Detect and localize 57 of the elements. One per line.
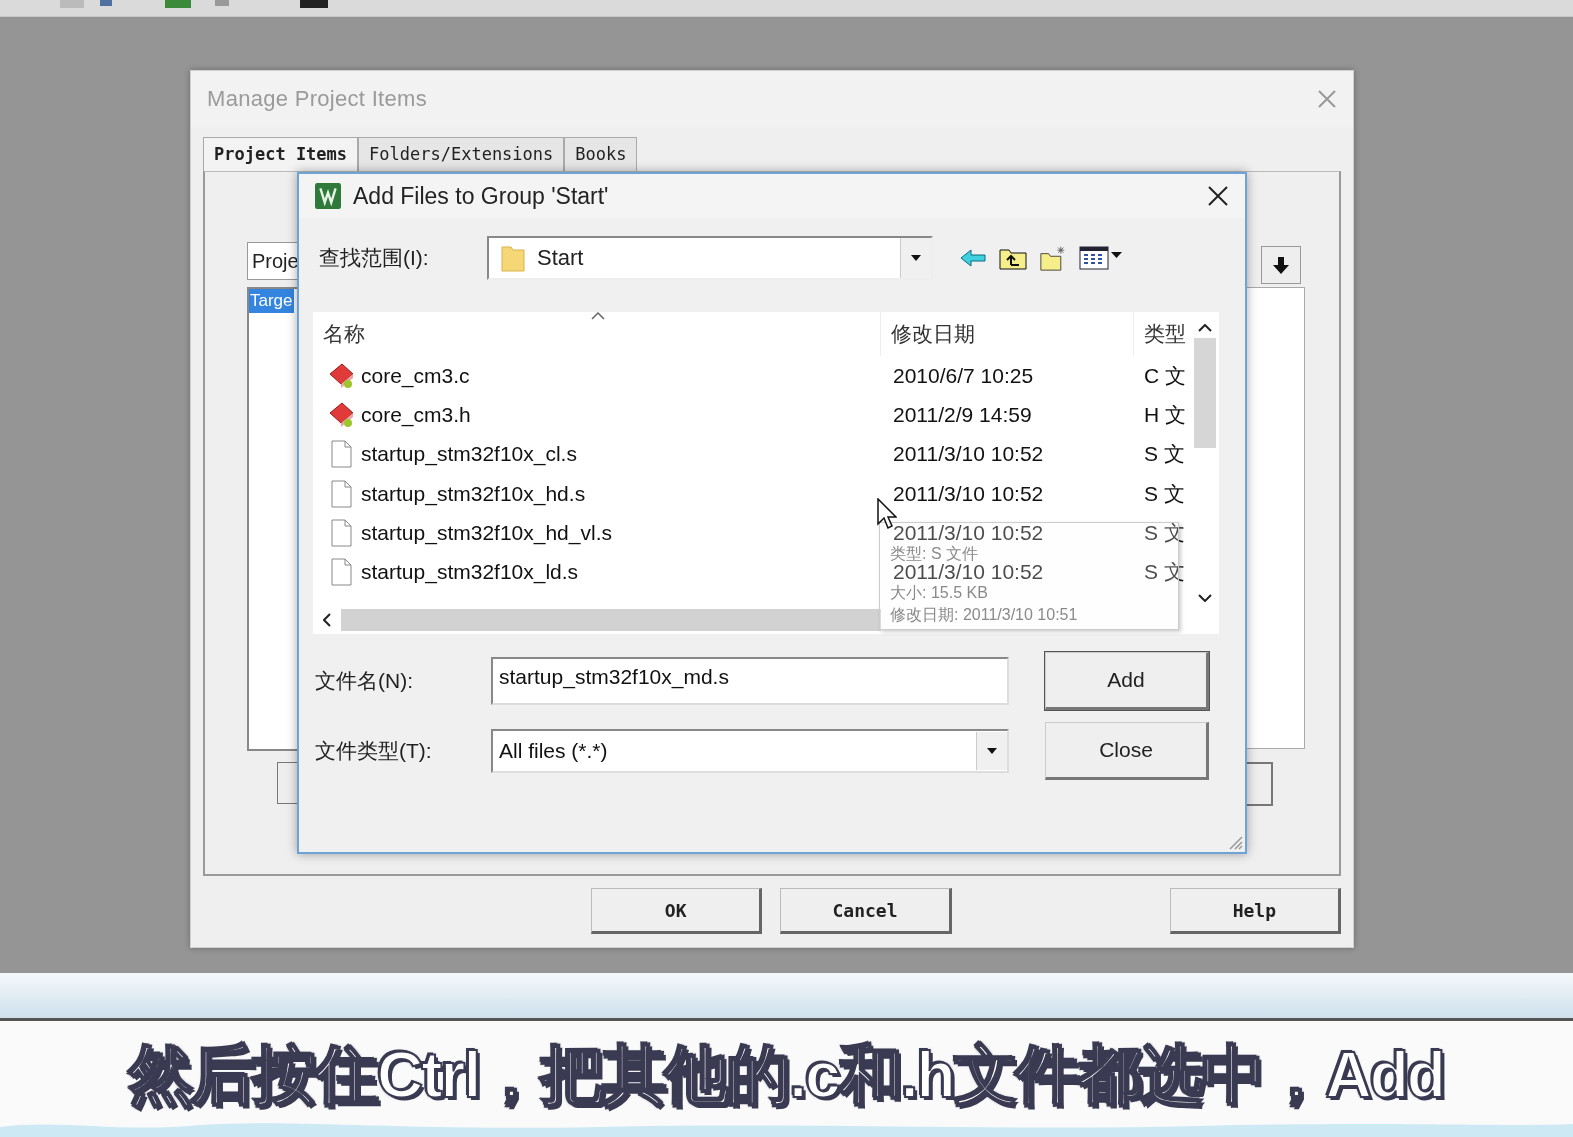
file-type: S 文 <box>1144 444 1185 465</box>
file-date: 2011/3/10 10:52 <box>893 562 1044 583</box>
file-name[interactable]: startup_stm32f10x_ld.s <box>361 562 579 583</box>
close-icon[interactable] <box>1207 185 1229 207</box>
file-name[interactable]: core_cm3.c <box>361 365 470 386</box>
tooltip-text: 大小: 15.5 KB <box>890 584 988 602</box>
file-type: H 文 <box>1144 404 1186 425</box>
file-type: S 文 <box>1144 562 1185 583</box>
close-button[interactable]: Close <box>1045 722 1209 780</box>
column-header[interactable]: 名称 <box>313 312 881 356</box>
file-date: 2010/6/7 10:25 <box>893 365 1034 386</box>
button[interactable] <box>1245 762 1273 806</box>
field-label: 文件类型(T): <box>315 738 433 764</box>
dialog-button[interactable]: Help <box>1169 888 1341 934</box>
field-label: 文件名(N): <box>315 668 414 694</box>
file-date: 2011/3/10 10:52 <box>893 483 1044 504</box>
folder-dropdown[interactable]: Start <box>487 236 933 280</box>
tooltip-text: 修改日期: 2011/3/10 10:51 <box>890 606 1078 624</box>
file-date: 2011/2/9 14:59 <box>893 404 1032 425</box>
new-folder-icon[interactable] <box>1039 245 1067 271</box>
scroll-left-icon[interactable] <box>323 613 331 627</box>
view-menu-icon[interactable] <box>1079 245 1123 271</box>
file-name-field[interactable]: startup_stm32f10x_md.s <box>491 657 1009 705</box>
file-date: 2011/3/10 10:52 <box>893 444 1044 465</box>
field-label: 查找范围(I): <box>319 245 430 271</box>
file-type: S 文 <box>1144 483 1185 504</box>
file-type: S 文 <box>1144 522 1185 543</box>
app-icon <box>315 183 341 209</box>
column-header[interactable]: 类型 <box>1134 312 1193 356</box>
folder-icon <box>501 244 525 272</box>
add-button[interactable]: Add <box>1045 652 1209 710</box>
caret-icon <box>987 748 997 754</box>
column-header[interactable]: 修改日期 <box>881 312 1134 356</box>
file-type: C 文 <box>1144 365 1186 386</box>
file-name[interactable]: startup_stm32f10x_cl.s <box>361 444 577 465</box>
scroll-down-icon[interactable] <box>1198 594 1212 602</box>
tab[interactable]: Project Items <box>203 137 359 172</box>
arrow-down-icon <box>1271 255 1291 275</box>
file-name[interactable]: startup_stm32f10x_hd.s <box>361 483 586 504</box>
dialog-button[interactable]: OK <box>591 888 763 934</box>
scroll-up-icon[interactable] <box>1198 324 1212 332</box>
source-file-icon <box>327 361 355 390</box>
file-type-dropdown[interactable]: All files (*.*) <box>491 729 1009 773</box>
window-title: Add Files to Group 'Start' <box>353 182 610 210</box>
move-down-button[interactable] <box>1261 246 1301 284</box>
window-title: Manage Project Items <box>207 86 428 112</box>
source-file-icon <box>327 400 355 429</box>
tooltip-text: 类型: S 文件 <box>890 545 978 563</box>
file-name[interactable]: startup_stm32f10x_hd_vl.s <box>361 522 612 543</box>
tab[interactable]: Books <box>564 137 638 172</box>
caret-icon <box>911 255 921 261</box>
file-date: 2011/3/10 10:52 <box>893 522 1044 543</box>
resize-grip-icon[interactable] <box>1227 834 1243 850</box>
dialog-button[interactable]: Cancel <box>780 888 952 934</box>
file-name[interactable]: core_cm3.h <box>361 404 471 425</box>
list-item[interactable]: Targe <box>249 289 294 313</box>
tab[interactable]: Folders/Extensions <box>358 137 565 172</box>
